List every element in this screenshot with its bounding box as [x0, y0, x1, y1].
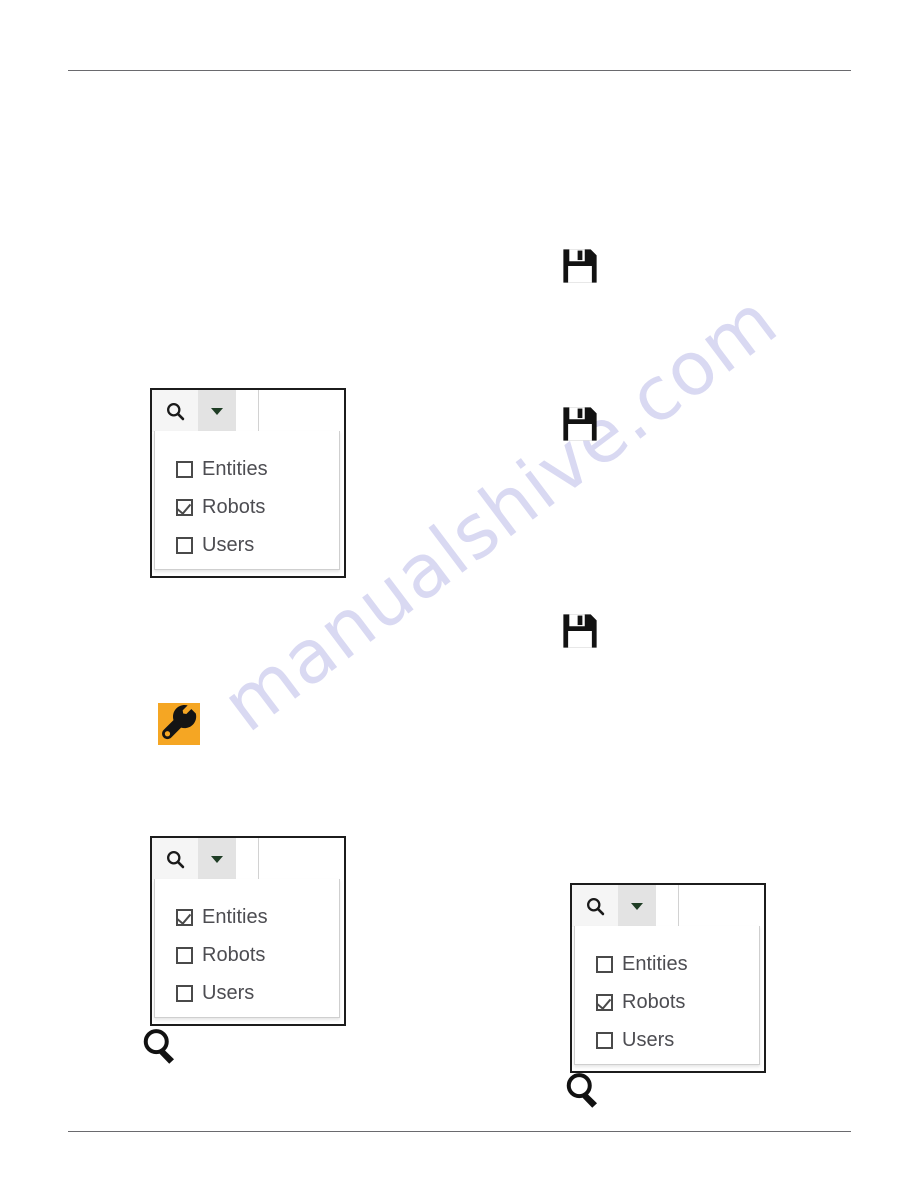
option-label: Robots — [202, 944, 266, 966]
checkbox-robots[interactable] — [176, 946, 193, 964]
toolbar-empty-area — [679, 885, 764, 927]
search-dropdown-3[interactable]: Entities Robots Users — [570, 883, 766, 1073]
checkbox-robots[interactable] — [596, 993, 613, 1011]
chevron-down-icon — [631, 902, 643, 910]
document-page: manualshive.com Entities Robots Users En… — [0, 0, 918, 1188]
magnifier-icon[interactable] — [563, 1070, 603, 1110]
search-toolbar — [570, 883, 766, 927]
option-label: Entities — [202, 906, 268, 928]
checkbox-users[interactable] — [176, 984, 193, 1002]
option-label: Entities — [202, 458, 268, 480]
checkbox-robots[interactable] — [176, 498, 193, 516]
option-label: Users — [202, 534, 255, 556]
options-panel: Entities Robots Users — [150, 431, 346, 578]
magnifier-icon[interactable] — [140, 1026, 180, 1066]
chevron-down-icon — [211, 855, 223, 863]
option-entities[interactable]: Entities — [176, 898, 344, 936]
option-entities[interactable]: Entities — [176, 450, 344, 488]
save-floppy-icon[interactable] — [561, 247, 599, 285]
checkbox-entities[interactable] — [176, 460, 193, 478]
option-robots[interactable]: Robots — [176, 488, 344, 526]
option-label: Robots — [622, 991, 686, 1013]
option-label: Robots — [202, 496, 266, 518]
search-icon — [586, 897, 604, 915]
save-floppy-icon[interactable] — [561, 405, 599, 443]
dropdown-toggle-button[interactable] — [618, 885, 656, 927]
option-robots[interactable]: Robots — [176, 936, 344, 974]
search-button[interactable] — [152, 838, 198, 880]
wrench-tool-icon[interactable] — [158, 703, 200, 745]
options-list: Entities Robots Users — [152, 894, 344, 1012]
chevron-down-icon — [211, 407, 223, 415]
checkbox-entities[interactable] — [596, 955, 613, 973]
option-users[interactable]: Users — [176, 526, 344, 564]
search-icon — [166, 402, 184, 420]
search-dropdown-2[interactable]: Entities Robots Users — [150, 836, 346, 1026]
checkbox-users[interactable] — [176, 536, 193, 554]
toolbar-empty-area — [259, 838, 344, 880]
footer-rule — [68, 1131, 851, 1132]
search-button[interactable] — [152, 390, 198, 432]
option-label: Users — [202, 982, 255, 1004]
checkbox-entities[interactable] — [176, 908, 193, 926]
search-toolbar — [150, 388, 346, 432]
search-dropdown-1[interactable]: Entities Robots Users — [150, 388, 346, 578]
toolbar-empty-area — [259, 390, 344, 432]
option-label: Entities — [622, 953, 688, 975]
search-button[interactable] — [572, 885, 618, 927]
option-users[interactable]: Users — [176, 974, 344, 1012]
options-list: Entities Robots Users — [152, 446, 344, 564]
search-toolbar — [150, 836, 346, 880]
options-panel: Entities Robots Users — [570, 926, 766, 1073]
dropdown-toggle-button[interactable] — [198, 390, 236, 432]
option-robots[interactable]: Robots — [596, 983, 764, 1021]
option-entities[interactable]: Entities — [596, 945, 764, 983]
checkbox-users[interactable] — [596, 1031, 613, 1049]
search-icon — [166, 850, 184, 868]
option-users[interactable]: Users — [596, 1021, 764, 1059]
options-list: Entities Robots Users — [572, 941, 764, 1059]
option-label: Users — [622, 1029, 675, 1051]
header-rule — [68, 70, 851, 71]
options-panel: Entities Robots Users — [150, 879, 346, 1026]
save-floppy-icon[interactable] — [561, 612, 599, 650]
dropdown-toggle-button[interactable] — [198, 838, 236, 880]
